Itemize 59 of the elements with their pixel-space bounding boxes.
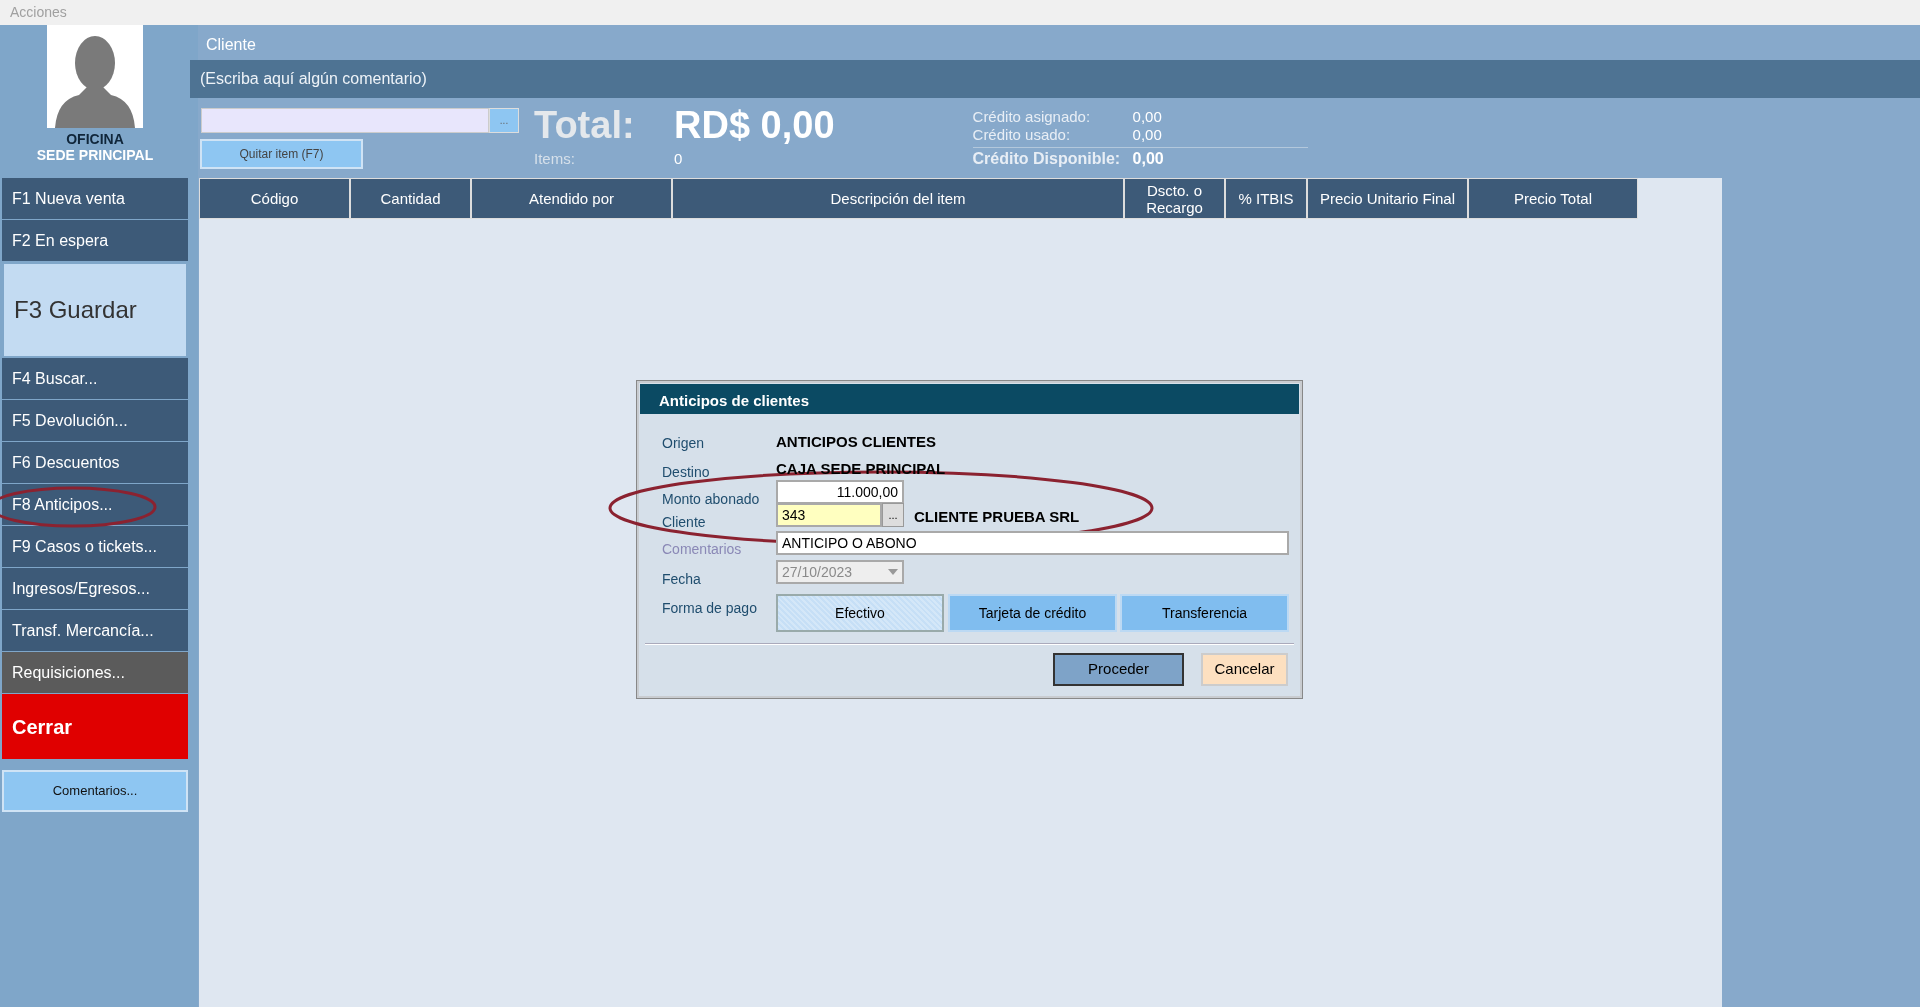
items-label: Items: [534, 149, 576, 169]
field-label: Destino [662, 463, 710, 482]
client-lookup-button[interactable]: ... [882, 503, 904, 527]
origin-value: ANTICIPOS CLIENTES [776, 432, 936, 452]
field-label: Monto abonado [662, 490, 760, 509]
column-header: % ITBIS [1225, 178, 1307, 219]
search-field[interactable] [201, 108, 489, 133]
credit-label: Crédito asignado: [972, 108, 1092, 126]
sidebar-button[interactable]: F6 Descuentos [2, 442, 188, 484]
items-value: 0 [674, 149, 683, 169]
branch-label: SEDE PRINCIPAL [35, 147, 155, 163]
sidebar-button[interactable]: F9 Casos o tickets... [2, 526, 188, 568]
comments-button[interactable]: Comentarios... [2, 770, 188, 812]
column-header: Atendido por [471, 178, 672, 219]
credit-value: 0,00 [1132, 108, 1162, 126]
payment-option-button[interactable]: Tarjeta de crédito [948, 594, 1117, 632]
dropdown-arrow-icon [888, 569, 898, 575]
sidebar-button[interactable]: F1 Nueva venta [2, 178, 188, 220]
credit-label: Crédito Disponible: [972, 150, 1122, 168]
comments-field[interactable]: ANTICIPO O ABONO [776, 531, 1289, 555]
sidebar-button[interactable]: Cerrar [2, 694, 188, 760]
total-label: Total: [534, 104, 636, 146]
date-value: 27/10/2023 [782, 562, 853, 582]
dialog-title: Anticipos de clientes [640, 384, 1299, 414]
dialog-button[interactable]: Proceder [1053, 653, 1184, 686]
menu-title: Acciones [0, 0, 1920, 25]
field-label: Comentarios [662, 540, 742, 559]
amount-field[interactable]: 11.000,00 [776, 480, 904, 504]
column-header: Precio Unitario Final [1307, 178, 1468, 219]
office-label: OFICINA [65, 132, 125, 147]
payment-option-button[interactable]: Efectivo [776, 594, 944, 632]
client-code-field[interactable]: 343 [776, 503, 882, 527]
column-header: Descripción del item [672, 178, 1124, 219]
dialog-button[interactable]: Cancelar [1201, 653, 1288, 686]
column-header: Código [199, 178, 350, 219]
credit-value: 0,00 [1132, 150, 1164, 168]
client-name: CLIENTE PRUEBA SRL [914, 507, 1080, 527]
client-label: Cliente [205, 35, 257, 55]
avatar-silhouette-icon [47, 25, 143, 128]
field-label: Forma de pago [662, 599, 757, 618]
comment-field[interactable]: (Escriba aquí algún comentario) [190, 60, 1920, 98]
sidebar-button[interactable]: F2 En espera [2, 220, 188, 262]
payment-option-button[interactable]: Transferencia [1120, 594, 1289, 632]
sidebar-button[interactable]: F5 Devolución... [2, 400, 188, 442]
sidebar-button[interactable]: F4 Buscar... [2, 358, 188, 400]
total-value: RD$ 0,00 [674, 104, 835, 146]
field-label: Cliente [662, 513, 706, 532]
column-header: Cantidad [350, 178, 471, 219]
credit-label: Crédito usado: [972, 126, 1072, 144]
sidebar-button[interactable]: Ingresos/Egresos... [2, 568, 188, 610]
field-label: Fecha [662, 570, 701, 589]
field-label: Origen [662, 434, 705, 453]
sidebar-button[interactable]: Requisiciones... [2, 652, 188, 694]
sidebar-button[interactable]: Transf. Mercancía... [2, 610, 188, 652]
sidebar-button[interactable]: F3 Guardar [2, 262, 188, 358]
remove-item-button[interactable]: Quitar item (F7) [200, 139, 363, 169]
column-header: Precio Total [1468, 178, 1638, 219]
credit-value: 0,00 [1132, 126, 1162, 144]
column-header: Dscto. o Recargo [1124, 178, 1225, 219]
